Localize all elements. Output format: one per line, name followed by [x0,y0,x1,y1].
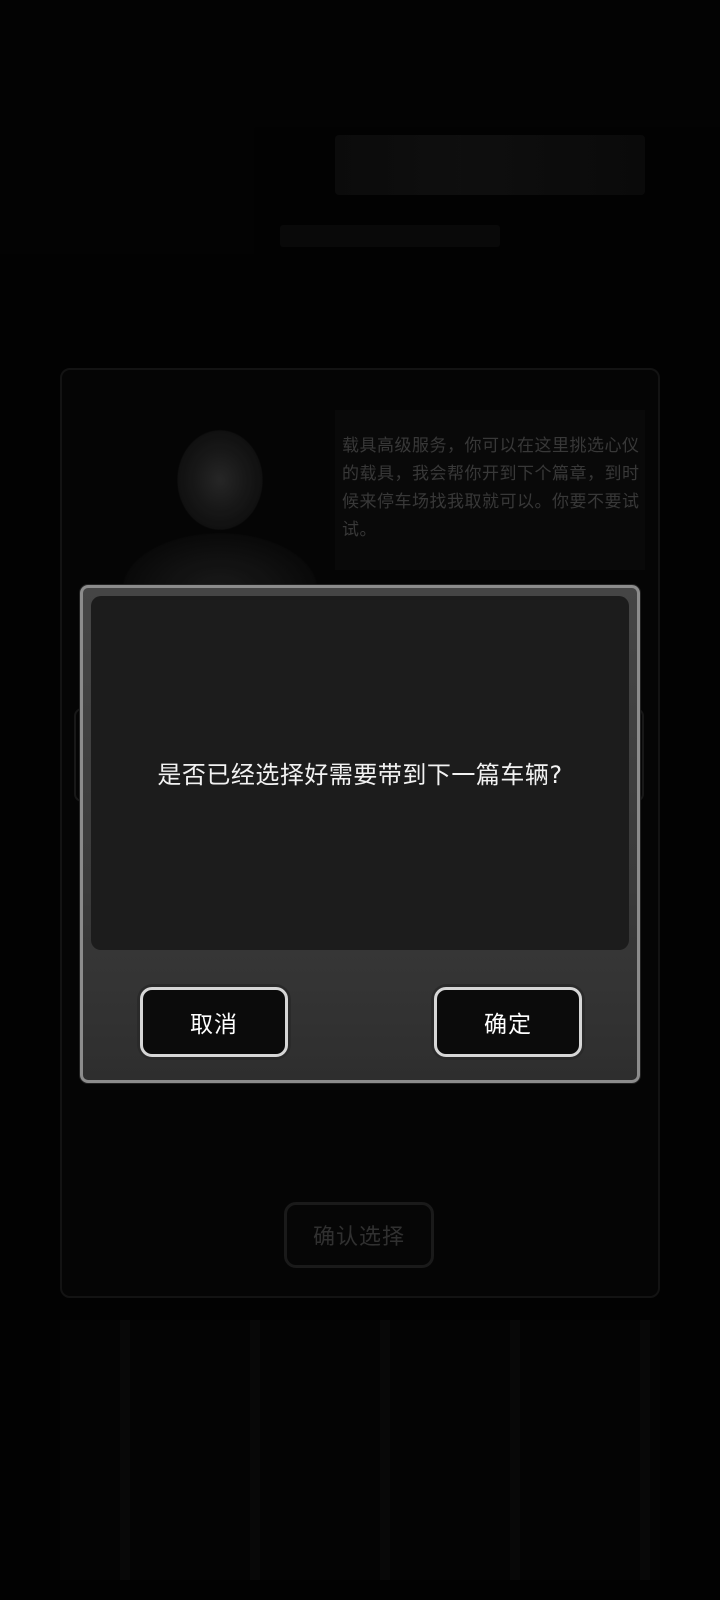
ok-button[interactable]: 确定 [431,984,585,1060]
dialog-body: 是否已经选择好需要带到下一篇车辆? [91,596,629,950]
confirm-dialog: 是否已经选择好需要带到下一篇车辆? 取消 确定 [80,585,640,1083]
dialog-message: 是否已经选择好需要带到下一篇车辆? [157,760,563,789]
ok-button-label: 确定 [434,987,582,1057]
cancel-button-label: 取消 [140,987,288,1057]
cancel-button[interactable]: 取消 [137,984,291,1060]
game-screen: 载具高级服务，你可以在这里挑选心仪的载具，我会帮你开到下个篇章，到时候来停车场找… [0,0,720,1600]
